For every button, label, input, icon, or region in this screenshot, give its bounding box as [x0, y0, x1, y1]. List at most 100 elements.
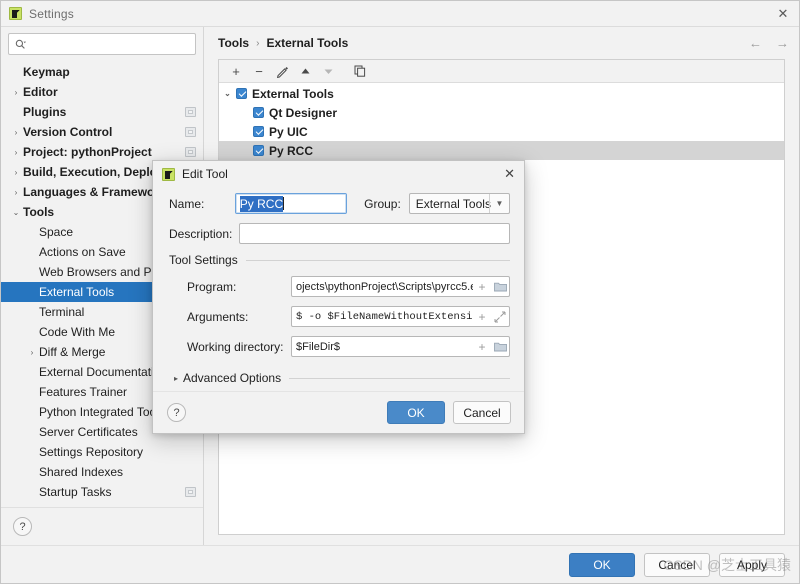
move-down-button[interactable] [318, 62, 338, 81]
checkbox-checked-icon[interactable] [253, 107, 264, 118]
sidebar-item-settings-repository[interactable]: Settings Repository [1, 442, 203, 462]
edit-tool-dialog: Edit Tool ✕ Name: Py RCC Group: External… [152, 160, 525, 434]
ok-button[interactable]: OK [569, 552, 635, 577]
sidebar-item-label: Project: pythonProject [23, 145, 152, 159]
sidebar-item-version-control[interactable]: › Version Control [1, 122, 203, 142]
chevron-right-icon[interactable]: ▸ [169, 374, 183, 383]
chevron-right-icon[interactable]: › [9, 168, 23, 177]
working-directory-value: $FileDir$ [296, 340, 341, 353]
chevron-right-icon[interactable]: › [9, 148, 23, 157]
working-directory-field[interactable]: $FileDir$ + [291, 336, 510, 357]
folder-icon[interactable] [491, 337, 509, 356]
description-row: Description: [169, 223, 510, 244]
sidebar-item-label: Tasks [39, 505, 70, 507]
tool-item-external-tools[interactable]: ⌄ External Tools [219, 84, 784, 103]
tool-settings-label: Tool Settings [169, 253, 238, 267]
settings-badge-icon [185, 107, 196, 117]
checkbox-checked-icon[interactable] [253, 145, 264, 156]
divider [289, 377, 510, 379]
settings-badge-icon [185, 127, 196, 137]
name-label: Name: [169, 196, 205, 211]
name-value: Py RCC [239, 195, 284, 212]
settings-window: Settings ✕ Keymap › Editor Plugins › Vers [0, 0, 800, 584]
sidebar-item-keymap[interactable]: Keymap [1, 62, 203, 82]
arguments-row: Arguments: $ -o $FileNameWithoutExtensio… [169, 306, 510, 327]
chevron-right-icon[interactable]: › [9, 128, 23, 137]
cancel-button[interactable]: Cancel [644, 552, 710, 577]
back-icon[interactable]: ← [749, 36, 762, 51]
add-button[interactable]: + [226, 62, 246, 81]
sidebar-item-label: Keymap [23, 65, 70, 79]
sidebar-item-tasks[interactable]: ›Tasks [1, 502, 203, 507]
insert-macro-button[interactable]: + [473, 307, 491, 326]
chevron-down-icon[interactable]: ▼ [489, 194, 509, 213]
dialog-footer: ? OK Cancel [153, 391, 524, 433]
text-caret [283, 197, 285, 210]
chevron-right-icon[interactable]: › [9, 188, 23, 197]
sidebar-item-editor[interactable]: › Editor [1, 82, 203, 102]
chevron-down-icon[interactable]: ⌄ [219, 89, 236, 98]
arguments-label: Arguments: [187, 309, 249, 324]
description-field[interactable] [238, 223, 510, 244]
dialog-ok-button[interactable]: OK [387, 401, 445, 424]
sidebar-item-label: External Tools [39, 285, 115, 299]
tools-list: ⌄ External Tools Qt Designer Py UIC Py RCC [219, 83, 784, 160]
forward-icon[interactable]: → [776, 36, 789, 51]
group-select[interactable]: External Tools ▼ [408, 193, 510, 214]
tool-item-label: Py RCC [269, 143, 314, 158]
sidebar-item-label: External Documentation [39, 365, 168, 379]
tools-toolbar: + − [219, 60, 784, 83]
insert-macro-button[interactable]: + [473, 277, 491, 296]
search-box[interactable] [8, 33, 196, 55]
sidebar-item-label: Editor [23, 85, 58, 99]
apply-button[interactable]: Apply [719, 552, 785, 577]
help-button[interactable]: ? [13, 517, 32, 536]
program-row: Program: ojects\pythonProject\Scripts\py… [169, 276, 510, 297]
remove-button[interactable]: − [249, 62, 269, 81]
name-field[interactable]: Py RCC [234, 193, 348, 214]
sidebar-item-label: Shared Indexes [39, 465, 124, 479]
sidebar-item-label: Version Control [23, 125, 113, 139]
chevron-right-icon[interactable]: › [25, 348, 39, 357]
program-field[interactable]: ojects\pythonProject\Scripts\pyrcc5.exe … [291, 276, 510, 297]
arguments-field[interactable]: $ -o $FileNameWithoutExtension$_rc.py + [291, 306, 510, 327]
checkbox-checked-icon[interactable] [236, 88, 247, 99]
program-label: Program: [187, 279, 237, 294]
breadcrumb-parent[interactable]: Tools [218, 36, 249, 50]
sidebar-item-label: Server Certificates [39, 425, 138, 439]
sidebar-item-plugins[interactable]: Plugins [1, 102, 203, 122]
group-value: External Tools [415, 196, 491, 211]
divider [245, 259, 510, 261]
nav-arrows: ← → [749, 36, 789, 51]
search-container [1, 27, 203, 60]
close-icon[interactable]: ✕ [775, 6, 791, 22]
sidebar-item-label: Diff & Merge [39, 345, 106, 359]
expand-icon[interactable] [491, 307, 509, 326]
sidebar-item-label: Startup Tasks [39, 485, 112, 499]
close-icon[interactable]: ✕ [504, 166, 515, 182]
checkbox-checked-icon[interactable] [253, 126, 264, 137]
chevron-down-icon[interactable]: ⌄ [9, 208, 23, 217]
sidebar-footer: ? [1, 507, 203, 545]
dialog-cancel-button[interactable]: Cancel [453, 401, 511, 424]
dialog-help-button[interactable]: ? [167, 403, 186, 422]
insert-macro-button[interactable]: + [473, 337, 491, 356]
sidebar-item-label: Python Integrated Tools [39, 405, 165, 419]
move-up-button[interactable] [295, 62, 315, 81]
breadcrumb-current: External Tools [266, 36, 349, 50]
sidebar-item-startup-tasks[interactable]: Startup Tasks [1, 482, 203, 502]
tool-item-qt-designer[interactable]: Qt Designer [219, 103, 784, 122]
sidebar-item-label: Plugins [23, 105, 67, 119]
sidebar-item-shared-indexes[interactable]: Shared Indexes [1, 462, 203, 482]
copy-icon[interactable] [350, 62, 370, 81]
search-input[interactable] [28, 35, 189, 53]
tool-item-py-uic[interactable]: Py UIC [219, 122, 784, 141]
working-directory-label: Working directory: [187, 339, 284, 354]
chevron-right-icon[interactable]: › [9, 88, 23, 97]
advanced-options-row[interactable]: ▸ Advanced Options [169, 371, 510, 385]
tool-item-py-rcc[interactable]: Py RCC [219, 141, 784, 160]
edit-pencil-icon[interactable] [272, 62, 292, 81]
settings-badge-icon [185, 487, 196, 497]
sidebar-item-project-pythonproject[interactable]: › Project: pythonProject [1, 142, 203, 162]
folder-icon[interactable] [491, 277, 509, 296]
